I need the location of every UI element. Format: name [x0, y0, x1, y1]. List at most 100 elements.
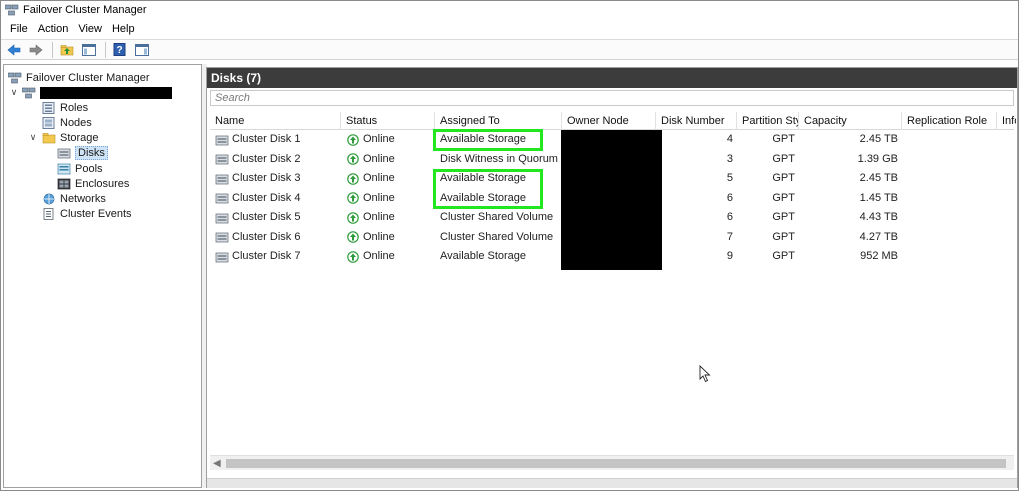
console-tree-icon [82, 43, 96, 56]
mouse-cursor-icon [699, 365, 711, 383]
app-window: Failover Cluster Manager File Action Vie… [0, 0, 1019, 491]
cell-partition-style: GPT [772, 250, 795, 262]
online-status-icon [347, 172, 359, 185]
folder-up-icon [60, 44, 74, 55]
tree-item-label: Networks [60, 192, 106, 205]
menu-bar: File Action View Help [1, 20, 1018, 38]
tree-item-label: Storage [60, 131, 99, 144]
column-header-information[interactable]: Infor [997, 112, 1016, 130]
cell-partition-style: GPT [772, 211, 795, 223]
cell-disk-number: 3 [726, 152, 733, 165]
tree-item-label: Nodes [60, 116, 92, 129]
cluster-manager-icon [8, 72, 22, 83]
show-console-tree-button[interactable] [79, 41, 99, 59]
tree-item-cluster-events[interactable]: Cluster Events [42, 206, 132, 221]
highlight-box [433, 129, 543, 151]
disk-icon [215, 232, 229, 243]
online-status-icon [347, 231, 359, 243]
status-text: Online [363, 230, 395, 243]
column-header-owner-node[interactable]: Owner Node [562, 112, 656, 130]
disk-name: Cluster Disk 3 [232, 172, 301, 184]
cell-disk-number: 9 [726, 250, 733, 262]
cell-capacity: 2.45 TB [859, 172, 898, 184]
networks-icon [43, 193, 55, 204]
tree-root[interactable]: Failover Cluster Manager [8, 70, 150, 85]
storage-folder-icon [42, 132, 56, 143]
cell-name: Cluster Disk 2 [215, 150, 341, 169]
show-action-pane-button[interactable] [132, 41, 152, 59]
online-status-icon [347, 153, 359, 165]
pane-title: Disks (7) [207, 68, 1017, 88]
roles-icon [42, 101, 55, 114]
cell-partition-style: GPT [772, 133, 795, 145]
grid-header: Name Status Assigned To Owner Node Disk … [210, 112, 1016, 130]
cell-partition-style: GPT [772, 191, 795, 204]
column-header-partition-style[interactable]: Partition Style [737, 112, 799, 130]
menu-view[interactable]: View [73, 23, 107, 35]
status-text: Online [363, 250, 395, 262]
redacted-owner-node [561, 130, 662, 270]
scroll-thumb[interactable] [226, 459, 1006, 468]
nodes-icon [42, 116, 55, 129]
window-title: Failover Cluster Manager [23, 4, 147, 16]
forward-button[interactable] [26, 41, 46, 59]
tree-item-pools[interactable]: Pools [57, 161, 103, 176]
toolbar: ? [1, 39, 1018, 60]
tree-item-label: Roles [60, 101, 89, 114]
search-input[interactable]: Search [210, 90, 1014, 106]
status-text: Online [363, 191, 395, 204]
back-button[interactable] [4, 41, 24, 59]
column-header-replication-role[interactable]: Replication Role [902, 112, 997, 130]
tree-item-enclosures[interactable]: Enclosures [57, 176, 129, 191]
action-pane-icon [135, 43, 149, 56]
status-text: Online [363, 172, 395, 184]
scroll-left-icon[interactable]: ◀ [213, 456, 221, 471]
status-text: Online [363, 152, 395, 165]
cell-partition-style: GPT [772, 230, 795, 243]
status-text: Online [363, 211, 395, 223]
help-button[interactable]: ? [110, 41, 130, 59]
horizontal-scrollbar[interactable]: ◀ [210, 455, 1014, 470]
collapse-chevron-icon[interactable]: ∨ [28, 132, 38, 143]
cell-disk-number: 5 [726, 172, 733, 184]
tree-item-label: Disks [75, 145, 108, 160]
column-header-status[interactable]: Status [341, 112, 435, 130]
cell-disk-number: 7 [726, 230, 733, 243]
cell-name: Cluster Disk 1 [215, 130, 341, 149]
column-header-assigned-to[interactable]: Assigned To [435, 112, 562, 130]
disk-name: Cluster Disk 4 [232, 191, 301, 204]
title-bar: Failover Cluster Manager [1, 1, 1018, 19]
cell-capacity: 4.43 TB [859, 211, 898, 223]
disks-icon [57, 148, 71, 158]
column-header-disk-number[interactable]: Disk Number [656, 112, 737, 130]
cell-status: Online [347, 189, 437, 208]
disk-icon [215, 135, 229, 145]
disk-name: Cluster Disk 2 [232, 152, 301, 165]
column-header-name[interactable]: Name [210, 112, 341, 130]
tree-item-networks[interactable]: Networks [42, 191, 106, 206]
tree-item-disks[interactable]: Disks [57, 145, 108, 160]
status-text: Online [363, 133, 395, 145]
cell-capacity: 952 MB [860, 250, 898, 262]
menu-file[interactable]: File [5, 23, 33, 35]
cell-status: Online [347, 228, 437, 247]
tree-item-storage[interactable]: Storage [42, 130, 99, 145]
collapse-chevron-icon[interactable]: ∨ [9, 87, 19, 98]
disk-icon [215, 252, 229, 262]
highlight-box [433, 169, 543, 209]
cell-capacity: 1.39 GB [857, 152, 898, 165]
up-one-level-button[interactable] [57, 41, 77, 59]
column-header-capacity[interactable]: Capacity [799, 112, 902, 130]
tree-item-roles[interactable]: Roles [42, 100, 88, 115]
cell-capacity: 2.45 TB [859, 133, 898, 145]
disk-icon [215, 193, 229, 204]
tree-cluster-node[interactable] [22, 85, 172, 100]
menu-help[interactable]: Help [107, 23, 140, 35]
cell-assigned-to: Disk Witness in Quorum [440, 152, 558, 165]
tree-item-nodes[interactable]: Nodes [42, 115, 92, 130]
cluster-events-icon [43, 207, 54, 220]
menu-action[interactable]: Action [33, 23, 74, 35]
cell-name: Cluster Disk 4 [215, 189, 341, 208]
forward-arrow-icon [29, 43, 43, 56]
cell-capacity: 4.27 TB [859, 230, 898, 243]
